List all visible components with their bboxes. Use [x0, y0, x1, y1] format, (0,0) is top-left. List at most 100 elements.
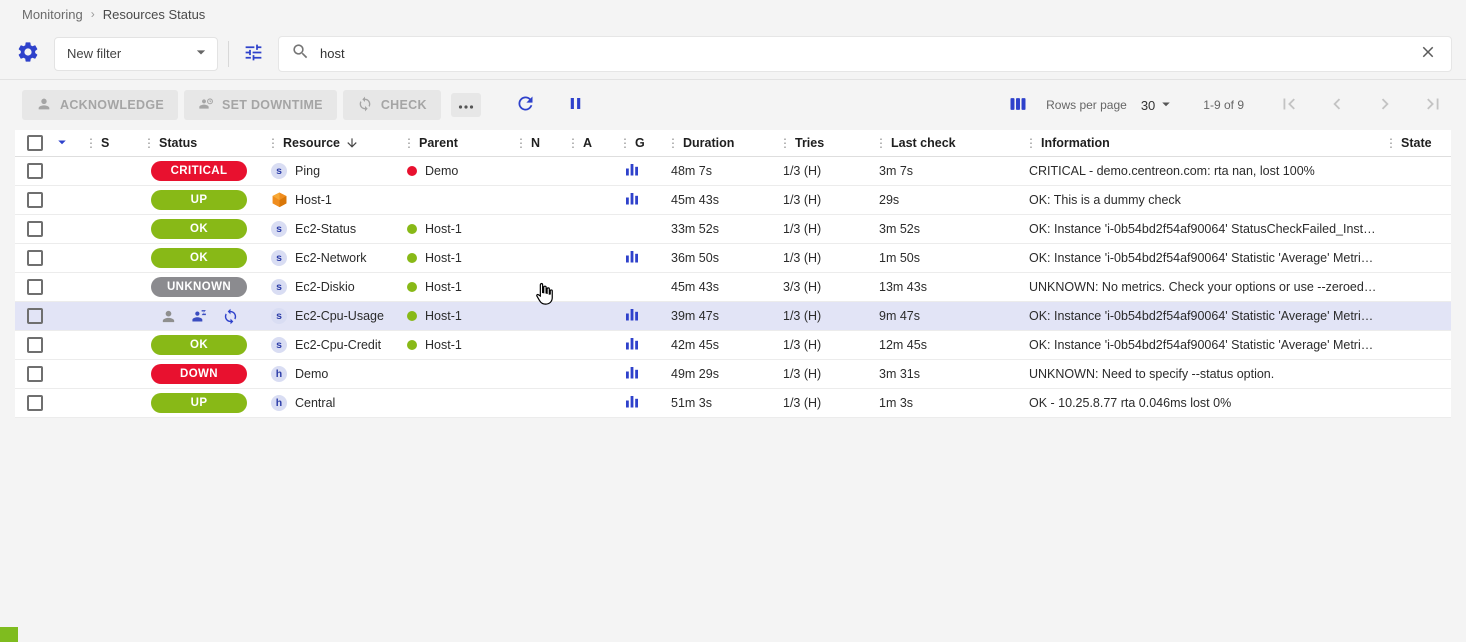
column-header-severity[interactable]: ⋮S: [79, 136, 137, 150]
column-header-parent[interactable]: ⋮Parent: [397, 136, 509, 150]
column-header-last-check[interactable]: ⋮Last check: [869, 136, 1019, 150]
drag-handle-icon[interactable]: ⋮: [665, 136, 683, 150]
parent-status-dot: [407, 340, 417, 350]
last-check-cell: 9m 47s: [869, 309, 1019, 323]
table-row[interactable]: OK sEc2-Status Host-1 33m 52s 1/3 (H) 3m…: [15, 215, 1451, 244]
filter-options-button[interactable]: [239, 38, 268, 70]
row-checkbox[interactable]: [27, 221, 43, 237]
last-page-button[interactable]: [1416, 88, 1450, 122]
graph-button[interactable]: [623, 305, 642, 327]
drag-handle-icon[interactable]: ⋮: [617, 136, 635, 150]
row-checkbox[interactable]: [27, 279, 43, 295]
rows-per-page-select[interactable]: 30: [1141, 93, 1175, 118]
row-checkbox[interactable]: [27, 337, 43, 353]
drag-handle-icon[interactable]: ⋮: [83, 136, 101, 150]
column-header-notes[interactable]: ⋮N: [509, 136, 561, 150]
table-row[interactable]: UP hCentral 51m 3s 1/3 (H) 1m 3s OK - 10…: [15, 389, 1451, 418]
rows-per-page-value: 30: [1141, 98, 1155, 113]
next-page-button[interactable]: [1368, 88, 1402, 122]
drag-handle-icon[interactable]: ⋮: [141, 136, 159, 150]
status-badge: DOWN: [151, 364, 247, 384]
column-header-status[interactable]: ⋮Status: [137, 136, 261, 150]
graph-button[interactable]: [623, 334, 642, 356]
column-header-action[interactable]: ⋮A: [561, 136, 613, 150]
select-all-caret-icon[interactable]: [53, 133, 71, 154]
row-checkbox[interactable]: [27, 192, 43, 208]
graph-button[interactable]: [623, 392, 642, 414]
set-downtime-button[interactable]: SET DOWNTIME: [184, 90, 337, 120]
duration-cell: 39m 47s: [661, 309, 773, 323]
drag-handle-icon[interactable]: ⋮: [777, 136, 795, 150]
table-row[interactable]: CRITICAL sPing Demo 48m 7s 1/3 (H) 3m 7s…: [15, 157, 1451, 186]
parent-status-dot: [407, 282, 417, 292]
downtime-icon[interactable]: [191, 308, 208, 325]
downtime-icon: [198, 96, 214, 115]
resource-name: Ping: [295, 164, 320, 178]
select-all-checkbox[interactable]: [27, 135, 43, 151]
clear-search-button[interactable]: [1415, 39, 1441, 68]
chevron-down-icon: [191, 42, 211, 65]
edit-columns-button[interactable]: [1004, 90, 1032, 121]
pagination-area: Rows per page 30 1-9 of 9: [1004, 88, 1450, 122]
drag-handle-icon[interactable]: ⋮: [513, 136, 531, 150]
search-input[interactable]: [320, 46, 1405, 61]
table-row[interactable]: UNKNOWN sEc2-Diskio Host-1 45m 43s 3/3 (…: [15, 273, 1451, 302]
information-cell: UNKNOWN: No metrics. Check your options …: [1019, 280, 1379, 294]
parent-name: Host-1: [425, 222, 462, 236]
table-row[interactable]: OK sEc2-Network Host-1 36m 50s 1/3 (H) 1…: [15, 244, 1451, 273]
check-button[interactable]: CHECK: [343, 90, 441, 120]
table-row[interactable]: sEc2-Cpu-Usage Host-1 39m 47s 1/3 (H) 9m…: [15, 302, 1451, 331]
column-header-duration[interactable]: ⋮Duration: [661, 136, 773, 150]
acknowledge-icon[interactable]: [160, 308, 177, 325]
drag-handle-icon[interactable]: ⋮: [565, 136, 583, 150]
pause-refresh-button[interactable]: [562, 90, 589, 120]
saved-filter-select[interactable]: New filter: [54, 37, 218, 71]
row-checkbox[interactable]: [27, 308, 43, 324]
column-header-graph[interactable]: ⋮G: [613, 136, 661, 150]
table-row[interactable]: UP Host-1 45m 43s 1/3 (H) 29s OK: This i…: [15, 186, 1451, 215]
column-header-state[interactable]: ⋮State: [1379, 136, 1451, 150]
drag-handle-icon[interactable]: ⋮: [1383, 136, 1401, 150]
check-button-label: CHECK: [381, 98, 427, 112]
aws-host-icon: [271, 192, 287, 208]
parent-status-dot: [407, 224, 417, 234]
parent-cell: Host-1: [397, 251, 509, 265]
first-page-button[interactable]: [1272, 88, 1306, 122]
tries-cell: 1/3 (H): [773, 367, 869, 381]
filter-settings-button[interactable]: [12, 36, 44, 71]
previous-page-button[interactable]: [1320, 88, 1354, 122]
last-page-icon: [1422, 93, 1444, 118]
host-icon: h: [271, 366, 287, 382]
drag-handle-icon[interactable]: ⋮: [873, 136, 891, 150]
duration-cell: 48m 7s: [661, 164, 773, 178]
more-actions-button[interactable]: [451, 93, 481, 117]
refresh-button[interactable]: [511, 89, 540, 121]
drag-handle-icon[interactable]: ⋮: [401, 136, 419, 150]
gear-icon: [16, 40, 40, 67]
breadcrumb-item-monitoring[interactable]: Monitoring: [22, 7, 83, 22]
row-checkbox[interactable]: [27, 163, 43, 179]
graph-icon: [625, 249, 640, 267]
graph-button[interactable]: [623, 160, 642, 182]
acknowledge-button[interactable]: ACKNOWLEDGE: [22, 90, 178, 120]
drag-handle-icon[interactable]: ⋮: [265, 136, 283, 150]
row-checkbox[interactable]: [27, 395, 43, 411]
column-header-information[interactable]: ⋮Information: [1019, 136, 1379, 150]
table-row[interactable]: OK sEc2-Cpu-Credit Host-1 42m 45s 1/3 (H…: [15, 331, 1451, 360]
drag-handle-icon[interactable]: ⋮: [1023, 136, 1041, 150]
pause-icon: [566, 94, 585, 116]
graph-button[interactable]: [623, 247, 642, 269]
service-icon: s: [271, 337, 287, 353]
tries-cell: 1/3 (H): [773, 338, 869, 352]
row-checkbox[interactable]: [27, 250, 43, 266]
parent-status-dot: [407, 311, 417, 321]
graph-button[interactable]: [623, 363, 642, 385]
row-checkbox[interactable]: [27, 366, 43, 382]
column-header-tries[interactable]: ⋮Tries: [773, 136, 869, 150]
table-row[interactable]: DOWN hDemo 49m 29s 1/3 (H) 3m 31s UNKNOW…: [15, 360, 1451, 389]
parent-status-dot: [407, 253, 417, 263]
chevron-down-icon: [1157, 95, 1175, 116]
graph-button[interactable]: [623, 189, 642, 211]
column-header-resource[interactable]: ⋮Resource: [261, 136, 397, 150]
check-icon[interactable]: [222, 308, 239, 325]
